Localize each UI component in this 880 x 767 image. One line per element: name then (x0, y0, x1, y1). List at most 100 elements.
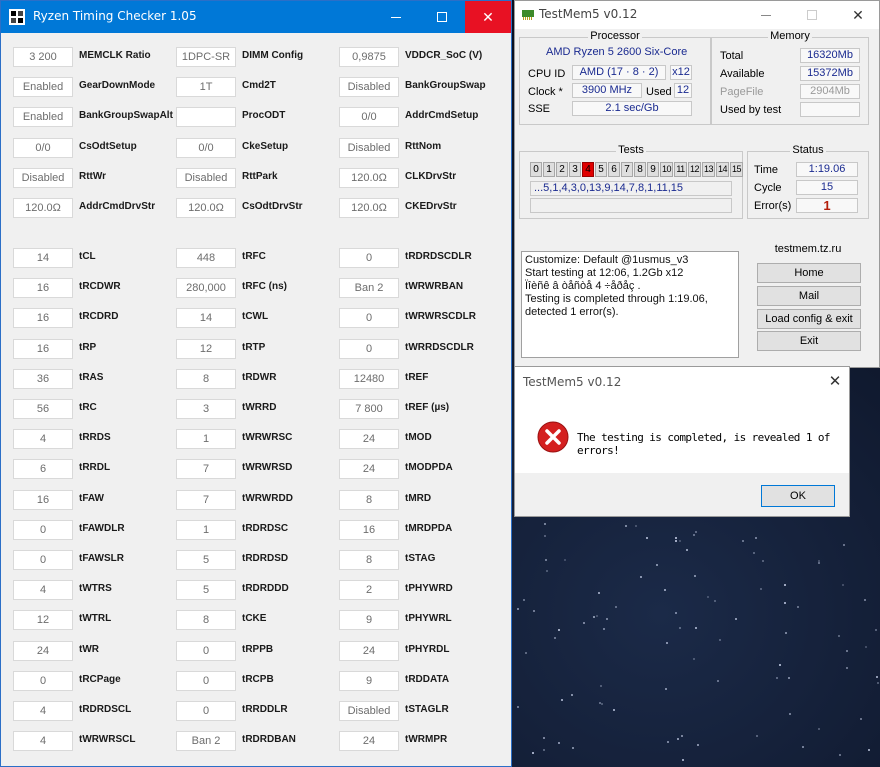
timing-value[interactable]: 12 (176, 338, 236, 359)
timing-value[interactable]: 24 (339, 731, 399, 752)
timing-value[interactable]: 16 (13, 338, 73, 359)
timing-value[interactable]: 7 (176, 459, 236, 480)
timing-value[interactable]: 8 (339, 489, 399, 510)
timing-value[interactable]: 1T (176, 77, 236, 98)
timing-value[interactable]: 1DPC-SR (176, 47, 236, 67)
star (742, 539, 745, 542)
timing-value[interactable]: 1 (176, 519, 236, 540)
errors-value: 1 (796, 198, 858, 213)
exit-button[interactable]: Exit (757, 331, 861, 351)
timing-value[interactable]: Disabled (339, 77, 399, 98)
timing-value[interactable]: 3 200 (13, 47, 73, 67)
close-button[interactable]: ✕ (465, 1, 511, 33)
maximize-button[interactable] (419, 1, 465, 33)
timing-value[interactable]: Ban 2 (339, 278, 399, 299)
timing-value[interactable]: Enabled (13, 107, 73, 128)
timing-value[interactable] (176, 107, 236, 128)
timing-value[interactable]: Disabled (339, 137, 399, 158)
timing-value[interactable]: 4 (13, 580, 73, 601)
timing-value[interactable]: 16 (13, 308, 73, 329)
timing-value[interactable]: Disabled (13, 167, 73, 188)
timing-value[interactable]: 0 (176, 640, 236, 661)
timing-value[interactable]: 14 (13, 248, 73, 268)
timing-value[interactable]: 24 (339, 459, 399, 480)
test-cells: 0 1 2 3 4 5 6 7 8 9 10 11 12 13 14 15 (530, 162, 744, 177)
timing-value[interactable]: 16 (13, 278, 73, 299)
timing-value[interactable]: 0 (13, 550, 73, 570)
timing-value[interactable]: 14 (176, 308, 236, 329)
star (664, 687, 667, 690)
tm5-titlebar[interactable]: TestMem5 v0.12 ✕ (515, 1, 879, 29)
timing-value[interactable]: 36 (13, 368, 73, 389)
timing-value[interactable]: 9 (339, 610, 399, 631)
timing-value[interactable]: 7 800 (339, 399, 399, 419)
timing-label: tWTRS (79, 583, 112, 595)
timing-value[interactable]: 8 (176, 610, 236, 631)
timing-value[interactable]: 120.0Ω (339, 167, 399, 188)
timing-value[interactable]: 16 (339, 519, 399, 540)
star (570, 694, 573, 697)
star (664, 588, 667, 591)
timing-value[interactable]: 8 (339, 550, 399, 570)
dialog-close-button[interactable]: ✕ (823, 371, 847, 395)
site-link[interactable]: testmem.tz.ru (751, 243, 865, 255)
timing-value[interactable]: 4 (13, 731, 73, 752)
timing-value[interactable]: 448 (176, 248, 236, 268)
timing-value[interactable]: 3 (176, 399, 236, 419)
timing-value[interactable]: 4 (13, 429, 73, 450)
timing-value[interactable]: 9 (339, 670, 399, 691)
rtc-titlebar[interactable]: Ryzen Timing Checker 1.05 ✕ (1, 1, 511, 33)
timing-value[interactable]: 0/0 (176, 137, 236, 158)
home-button[interactable]: Home (757, 263, 861, 283)
timing-value[interactable]: 1 (176, 429, 236, 450)
timing-value[interactable]: 0 (13, 670, 73, 691)
timing-value[interactable]: 6 (13, 459, 73, 480)
mail-button[interactable]: Mail (757, 286, 861, 306)
timing-value[interactable]: 0 (176, 670, 236, 691)
timing-label: tRDDATA (405, 673, 450, 685)
log-panel[interactable]: Customize: Default @1usmus_v3 Start testi… (521, 251, 739, 358)
timing-value[interactable]: Ban 2 (176, 731, 236, 752)
cpu-name: AMD Ryzen 5 2600 Six-Core (546, 46, 688, 58)
timing-value[interactable]: 2 (339, 580, 399, 601)
timing-value[interactable]: 12 (13, 610, 73, 631)
timing-value[interactable]: 0/0 (339, 107, 399, 128)
timing-value[interactable]: 24 (339, 429, 399, 450)
timing-label: tRTP (242, 341, 266, 353)
timing-value[interactable]: Disabled (339, 701, 399, 721)
star (625, 525, 628, 528)
dialog-titlebar[interactable]: TestMem5 v0.12 ✕ (515, 367, 849, 397)
tm5-close-button[interactable]: ✕ (835, 1, 880, 29)
timing-value[interactable]: 0,9875 (339, 47, 399, 67)
timing-value[interactable]: 120.0Ω (176, 198, 236, 218)
timing-value[interactable]: 0 (339, 338, 399, 359)
timing-value[interactable]: 56 (13, 399, 73, 419)
timing-value[interactable]: 0 (176, 701, 236, 721)
timing-value[interactable]: 120.0Ω (13, 198, 73, 218)
timing-value[interactable]: 24 (13, 640, 73, 661)
timing-value[interactable]: 8 (176, 368, 236, 389)
minimize-button[interactable] (373, 1, 419, 33)
timing-value[interactable]: 5 (176, 580, 236, 601)
timing-value[interactable]: 7 (176, 489, 236, 510)
timing-value[interactable]: Enabled (13, 77, 73, 98)
test-cell: 5 (595, 162, 607, 177)
timing-value[interactable]: 280,000 (176, 278, 236, 299)
tm5-maximize-button[interactable] (789, 1, 835, 29)
timing-value[interactable]: 0/0 (13, 137, 73, 158)
timing-value[interactable]: 4 (13, 701, 73, 721)
timing-value[interactable]: 120.0Ω (339, 198, 399, 218)
processor-group: Processor AMD Ryzen 5 2600 Six-Core CPU … (519, 30, 711, 125)
load-config-exit-button[interactable]: Load config & exit (757, 309, 861, 329)
timing-value[interactable]: 0 (13, 519, 73, 540)
timing-value[interactable]: 12480 (339, 368, 399, 389)
timing-value[interactable]: 0 (339, 308, 399, 329)
timing-value[interactable]: 16 (13, 489, 73, 510)
timing-value[interactable]: Disabled (176, 167, 236, 188)
tm5-minimize-button[interactable] (743, 1, 789, 29)
star (787, 677, 790, 680)
ok-button[interactable]: OK (761, 485, 835, 507)
timing-value[interactable]: 5 (176, 550, 236, 570)
timing-value[interactable]: 0 (339, 248, 399, 268)
timing-value[interactable]: 24 (339, 640, 399, 661)
